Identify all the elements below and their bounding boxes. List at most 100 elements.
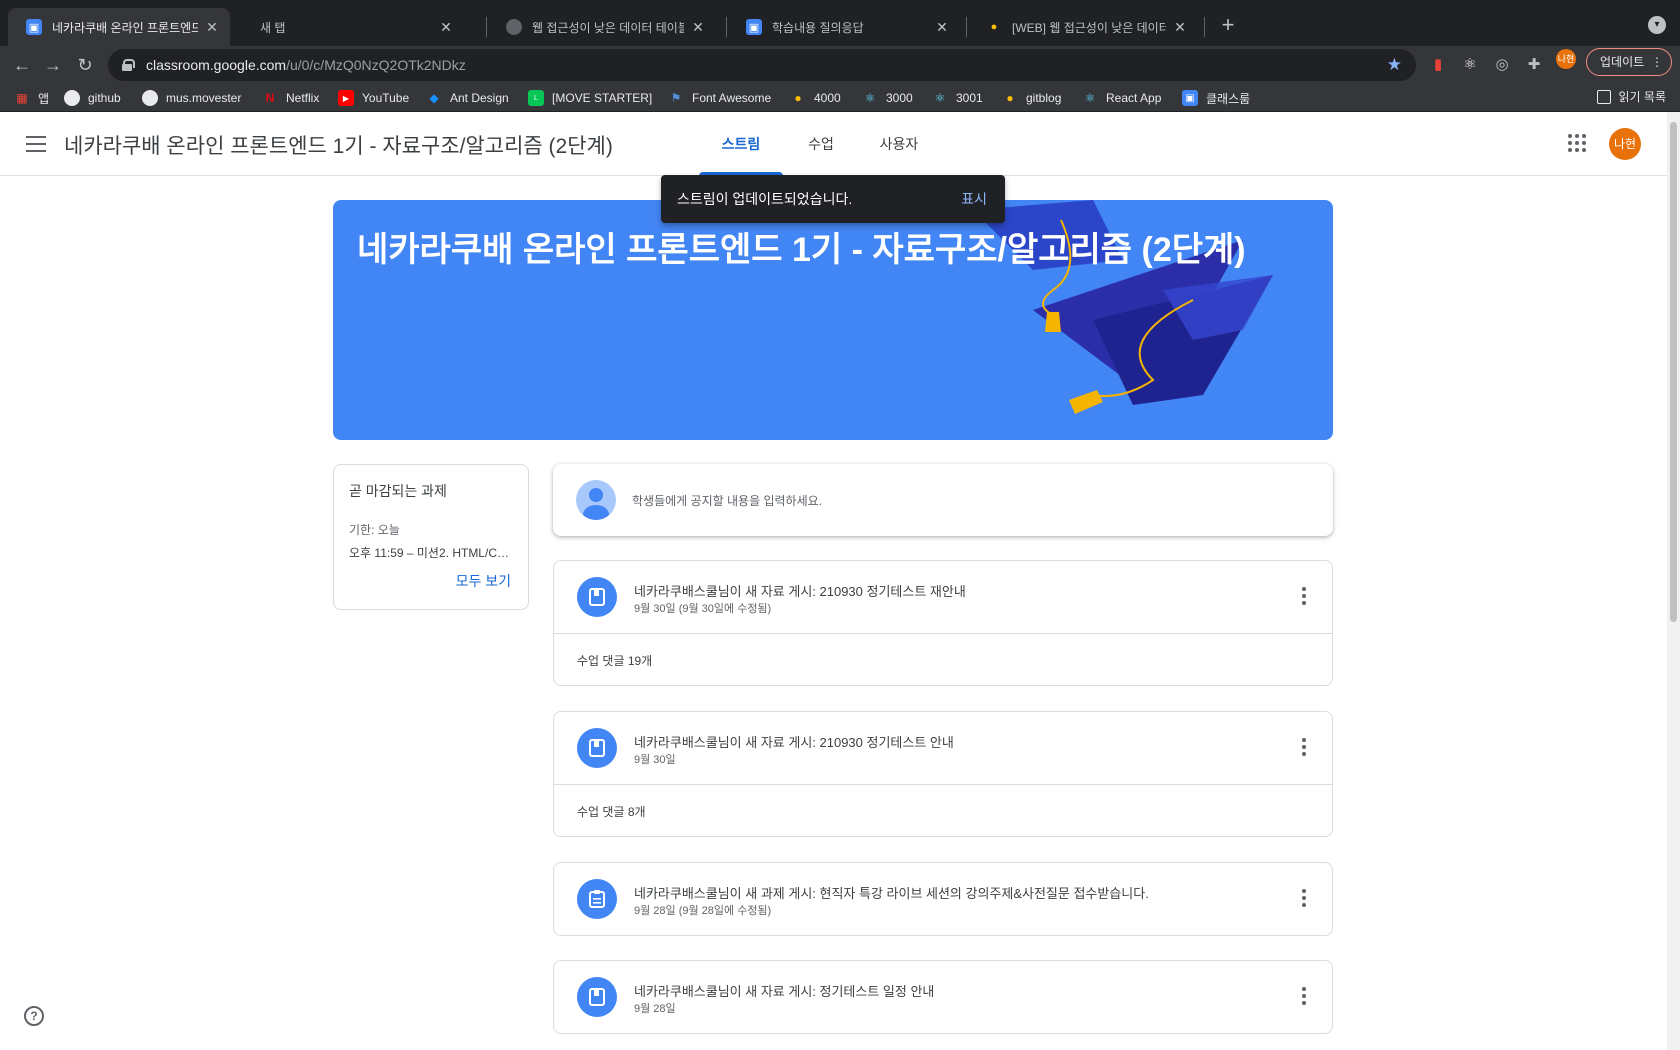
chick-icon: ● bbox=[794, 91, 802, 105]
reload-icon[interactable]: ↻ bbox=[74, 55, 96, 76]
tab-close-icon[interactable]: ✕ bbox=[934, 19, 950, 36]
stream-post[interactable]: 네카라쿠배스쿨님이 새 자료 게시: 정기테스트 일정 안내 9월 28일 bbox=[553, 960, 1333, 1034]
bookmark-move-starter[interactable]: L [MOVE STARTER] bbox=[528, 88, 652, 108]
tab-people[interactable]: 사용자 bbox=[864, 112, 934, 176]
browser-toolbar: ← → ↻ classroom.google.com/u/0/c/MzQ0NzQ… bbox=[0, 46, 1680, 84]
bookmark-ant-design[interactable]: ◆ Ant Design bbox=[426, 88, 509, 108]
bookmark-4000[interactable]: ● 4000 bbox=[790, 88, 841, 108]
tab-title: [WEB] 웹 접근성이 낮은 데이터 테이 bbox=[1012, 20, 1166, 35]
browser-tab-classroom[interactable]: ▣ 네카라쿠배 온라인 프론트엔드 1기 - ✕ bbox=[8, 8, 230, 46]
browser-tab-accessibility[interactable]: 웹 접근성이 낮은 데이터 테이블 찾아 ✕ bbox=[488, 8, 716, 46]
bookmark-label: 클래스룸 bbox=[1206, 91, 1251, 106]
bookmark-star-icon[interactable]: ★ bbox=[1387, 55, 1402, 75]
tab-search-chevron-icon[interactable]: ▾ bbox=[1648, 16, 1666, 34]
google-apps-icon[interactable] bbox=[1568, 134, 1586, 152]
view-all-link[interactable]: 모두 보기 bbox=[456, 571, 511, 591]
assignment-icon bbox=[577, 879, 617, 919]
post-date: 9월 30일 bbox=[634, 754, 676, 766]
post-date: 9월 30일 (9월 30일에 수정됨) bbox=[634, 603, 772, 615]
bookmark-label: 3000 bbox=[886, 91, 913, 105]
tab-close-icon[interactable]: ✕ bbox=[1172, 19, 1188, 36]
bookmark-label: Ant Design bbox=[450, 91, 509, 105]
help-icon[interactable]: ? bbox=[24, 1006, 44, 1026]
browser-tab-new[interactable]: 새 탭 ✕ bbox=[240, 8, 464, 46]
update-button[interactable]: 업데이트 ⋮ bbox=[1586, 48, 1672, 76]
upcoming-item[interactable]: 오후 11:59 – 미션2. HTML/CSS... bbox=[349, 544, 513, 561]
bookmark-3000[interactable]: ⚛ 3000 bbox=[862, 88, 913, 108]
bookmark-font-awesome[interactable]: ⚑ Font Awesome bbox=[668, 88, 772, 108]
stream-post[interactable]: 네카라쿠배스쿨님이 새 자료 게시: 210930 정기테스트 안내 9월 30… bbox=[553, 711, 1333, 837]
bookmark-mus-movester[interactable]: mus.movester bbox=[142, 88, 241, 108]
more-vert-icon[interactable] bbox=[1302, 987, 1306, 1008]
tab-classwork[interactable]: 수업 bbox=[790, 112, 852, 176]
upcoming-due: 기한: 오늘 bbox=[349, 523, 400, 537]
browser-tab-web[interactable]: ● [WEB] 웹 접근성이 낮은 데이터 테이 ✕ bbox=[968, 8, 1198, 46]
tab-close-icon[interactable]: ✕ bbox=[690, 19, 706, 36]
target-extension-icon[interactable]: ◎ bbox=[1492, 55, 1512, 75]
bookmark-netflix[interactable]: N Netflix bbox=[262, 88, 320, 108]
react-icon: ⚛ bbox=[864, 91, 876, 105]
react-icon: ⚛ bbox=[1084, 91, 1096, 105]
bookmark-classroom[interactable]: ▣ 클래스룸 bbox=[1182, 88, 1250, 108]
post-date: 9월 28일 bbox=[634, 1003, 676, 1015]
tab-title: 학습내용 질의응답 bbox=[772, 20, 864, 35]
more-vert-icon[interactable] bbox=[1302, 889, 1306, 910]
bookmark-label: gitblog bbox=[1026, 91, 1062, 105]
chick-icon: ● bbox=[1006, 91, 1014, 105]
more-vert-icon[interactable] bbox=[1302, 587, 1306, 608]
bookmark-youtube[interactable]: ▶ YouTube bbox=[338, 88, 409, 108]
new-tab-plus-icon[interactable]: + bbox=[1216, 12, 1240, 38]
url-host: classroom.google.com bbox=[146, 57, 287, 73]
ant-design-icon: ◆ bbox=[429, 91, 439, 105]
stream-post[interactable]: 네카라쿠배스쿨님이 새 자료 게시: 210930 정기테스트 재안내 9월 3… bbox=[553, 560, 1333, 686]
snackbar-message: 스트림이 업데이트되었습니다. bbox=[677, 191, 853, 207]
post-date: 9월 28일 (9월 28일에 수정됨) bbox=[634, 905, 772, 917]
bookmark-3001[interactable]: ⚛ 3001 bbox=[932, 88, 983, 108]
react-icon: ⚛ bbox=[934, 91, 946, 105]
class-comments-link[interactable]: 수업 댓글 8개 bbox=[554, 784, 1332, 836]
bookmark-github[interactable]: github bbox=[64, 88, 121, 108]
back-arrow-icon[interactable]: ← bbox=[11, 55, 33, 76]
class-comments-link[interactable]: 수업 댓글 19개 bbox=[554, 633, 1332, 685]
page-scrollbar[interactable] bbox=[1667, 112, 1680, 1050]
profile-avatar-mini[interactable]: 나현 bbox=[1556, 49, 1576, 69]
bookmark-apps[interactable]: ▦ 앱 bbox=[14, 88, 49, 108]
stream-post[interactable]: 네카라쿠배스쿨님이 새 과제 게시: 현직자 특강 라이브 세션의 강의주제&사… bbox=[553, 862, 1333, 936]
scrollbar-thumb[interactable] bbox=[1670, 122, 1677, 622]
snackbar-show-button[interactable]: 표시 bbox=[961, 189, 987, 209]
announcement-composer[interactable]: 학생들에게 공지할 내용을 입력하세요. bbox=[553, 464, 1333, 536]
bookmark-label: Font Awesome bbox=[692, 91, 772, 105]
extension-flag-icon[interactable]: ▮ bbox=[1428, 55, 1448, 75]
forward-arrow-icon[interactable]: → bbox=[42, 55, 64, 76]
avatar[interactable]: 나현 bbox=[1609, 128, 1641, 160]
tab-title: 네카라쿠배 온라인 프론트엔드 1기 - bbox=[52, 20, 198, 35]
classroom-app-bar: 네카라쿠배 온라인 프론트엔드 1기 - 자료구조/알고리즘 (2단계) 스트림… bbox=[0, 112, 1680, 176]
reading-list[interactable]: 읽기 목록 bbox=[1596, 88, 1666, 105]
tab-stream[interactable]: 스트림 bbox=[699, 112, 783, 176]
react-devtools-icon[interactable]: ⚛ bbox=[1460, 55, 1480, 75]
globe-icon bbox=[506, 19, 522, 35]
puzzle-extensions-icon[interactable]: ✚ bbox=[1524, 55, 1544, 75]
announcement-placeholder: 학생들에게 공지할 내용을 입력하세요. bbox=[632, 493, 822, 508]
lock-icon bbox=[122, 59, 135, 71]
netflix-icon: N bbox=[265, 91, 275, 105]
bookmark-react-app[interactable]: ⚛ React App bbox=[1082, 88, 1162, 108]
bookmark-label: 4000 bbox=[814, 91, 841, 105]
browser-tab-qna[interactable]: ▣ 학습내용 질의응답 ✕ bbox=[728, 8, 960, 46]
classroom-favicon-icon: ▣ bbox=[26, 19, 42, 35]
menu-hamburger-icon[interactable] bbox=[26, 136, 46, 152]
address-bar[interactable]: classroom.google.com/u/0/c/MzQ0NzQ2OTk2N… bbox=[108, 49, 1416, 81]
bookmark-label: 3001 bbox=[956, 91, 983, 105]
bookmark-gitblog[interactable]: ● gitblog bbox=[1002, 88, 1061, 108]
more-vert-icon[interactable] bbox=[1302, 738, 1306, 759]
more-vert-icon: ⋮ bbox=[1651, 55, 1663, 69]
material-icon bbox=[577, 977, 617, 1017]
bookmark-label: React App bbox=[1106, 91, 1162, 105]
bookmark-label: YouTube bbox=[362, 91, 410, 105]
upcoming-card: 곧 마감되는 과제 기한: 오늘 오후 11:59 – 미션2. HTML/CS… bbox=[333, 464, 529, 610]
course-title[interactable]: 네카라쿠배 온라인 프론트엔드 1기 - 자료구조/알고리즘 (2단계) bbox=[64, 130, 613, 160]
tab-close-icon[interactable]: ✕ bbox=[438, 19, 454, 36]
update-label: 업데이트 bbox=[1600, 55, 1645, 69]
tab-close-icon[interactable]: ✕ bbox=[204, 19, 220, 36]
github-icon bbox=[64, 90, 80, 106]
